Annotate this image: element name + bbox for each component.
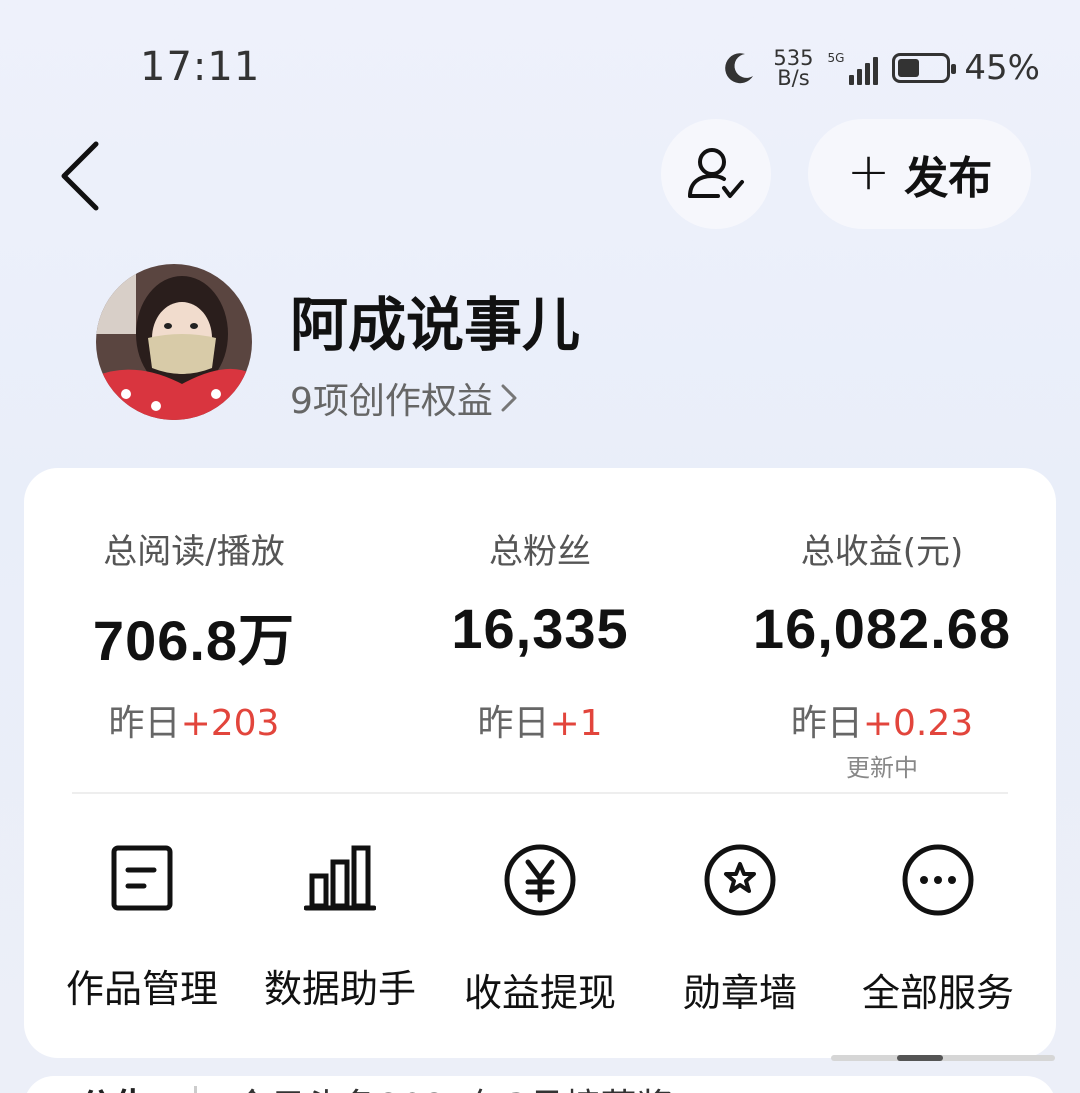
- stat-label: 总粉丝: [489, 532, 591, 572]
- bar-chart-icon: [304, 845, 376, 911]
- service-works-management[interactable]: 作品管理: [42, 842, 242, 1013]
- service-label: 作品管理: [65, 967, 218, 1011]
- document-icon: [111, 845, 173, 911]
- divider: [72, 792, 1008, 794]
- service-label: 勋章墙: [682, 971, 797, 1015]
- stats-card: 总阅读/播放 706.8万 昨日+203 总粉丝 16,335 昨日+1 总收益…: [24, 468, 1056, 1058]
- stat-updating-note: 更新中: [846, 754, 918, 782]
- service-all-services[interactable]: 全部服务: [838, 842, 1038, 1017]
- service-data-assistant[interactable]: 数据助手: [240, 842, 440, 1013]
- service-earnings-withdraw[interactable]: 收益提现: [440, 842, 640, 1017]
- service-label: 收益提现: [463, 971, 616, 1015]
- stat-delta-prefix: 昨日: [108, 703, 181, 744]
- signal-icon: 5G: [827, 51, 879, 85]
- announcement-text: 今日头条2025年3月榜获奖...: [234, 1078, 707, 1093]
- stat-value: 16,335: [451, 597, 629, 660]
- signal-bar: [873, 57, 879, 85]
- stat-value: 706.8万: [92, 609, 296, 672]
- status-icons: 535 B/s 5G 45%: [719, 40, 1040, 96]
- signal-bar: [857, 69, 863, 85]
- stat-delta: 昨日+203: [24, 694, 364, 746]
- battery-icon: [892, 53, 957, 83]
- publish-button[interactable]: + 发布: [808, 119, 1031, 229]
- avatar[interactable]: [96, 264, 252, 420]
- stat-label: 总阅读/播放: [103, 532, 285, 572]
- stat-delta-prefix: 昨日: [477, 703, 550, 744]
- network-type: 5G: [827, 51, 845, 65]
- stat-delta: 昨日+0.23: [712, 694, 1052, 746]
- service-label: 全部服务: [861, 971, 1014, 1015]
- scroll-indicator: [831, 1055, 1055, 1061]
- stat-label: 总收益(元): [800, 532, 964, 572]
- more-icon: [902, 844, 974, 916]
- creator-rights-link[interactable]: 9项创作权益: [290, 372, 519, 424]
- medal-star-icon: [704, 844, 776, 916]
- stat-delta: 昨日+1: [370, 694, 710, 746]
- profile-name: 阿成说事儿: [290, 291, 581, 359]
- yen-icon: [504, 844, 576, 916]
- announcement-label: 公告: [78, 1078, 150, 1093]
- publish-label: 发布: [904, 153, 993, 204]
- stat-delta-prefix: 昨日: [790, 703, 863, 744]
- moon-icon: [725, 53, 754, 84]
- stat-value: 16,082.68: [752, 597, 1012, 660]
- user-check-icon: [688, 148, 744, 198]
- signal-bar: [849, 75, 855, 85]
- battery-percent: 45%: [964, 48, 1040, 88]
- chevron-right-icon: [501, 384, 517, 412]
- stat-delta-value: +203: [180, 703, 280, 744]
- stat-delta-value: +0.23: [862, 703, 974, 744]
- signal-bar: [865, 63, 871, 85]
- net-speed-unit: B/s: [777, 66, 810, 90]
- service-label: 数据助手: [263, 967, 416, 1011]
- net-speed-value: 535: [773, 46, 814, 70]
- creator-rights-text: 9项创作权益: [290, 381, 493, 422]
- follow-manage-button[interactable]: [661, 119, 771, 229]
- avatar-image: [96, 264, 252, 420]
- net-speed: 535 B/s: [773, 46, 814, 90]
- stat-delta-value: +1: [549, 703, 603, 744]
- divider: [194, 1086, 197, 1093]
- back-button[interactable]: [50, 138, 110, 214]
- announcement-bar[interactable]: 公告 今日头条2025年3月榜获奖...: [24, 1076, 1056, 1093]
- battery-fill: [898, 59, 920, 77]
- status-bar: 17:11 535 B/s 5G 45%: [0, 0, 1080, 130]
- service-medal-wall[interactable]: 勋章墙: [640, 842, 840, 1017]
- status-time: 17:11: [140, 44, 261, 90]
- plus-icon: +: [846, 142, 891, 202]
- chevron-left-icon: [61, 141, 99, 211]
